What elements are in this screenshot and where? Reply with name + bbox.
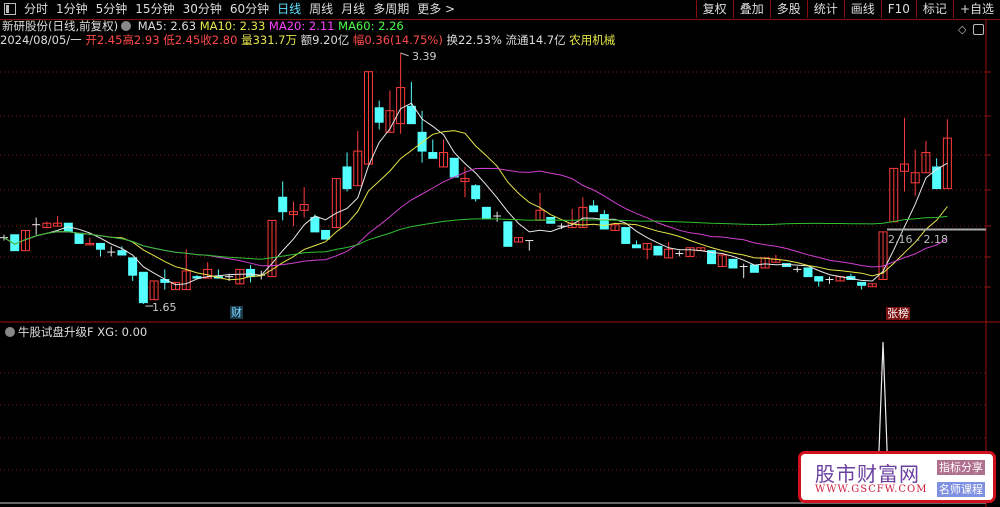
candle-body — [417, 131, 427, 152]
candle-body — [406, 105, 416, 125]
candle-body — [814, 276, 824, 282]
finance-tag[interactable]: 财 — [230, 306, 243, 319]
candle-body — [95, 242, 105, 250]
indicator-value: XG: 0.00 — [97, 325, 148, 339]
watermark-badge-share: 指标分享 — [937, 460, 985, 475]
candle-body — [128, 257, 138, 276]
candle-body — [599, 214, 609, 230]
candle-body — [117, 250, 127, 256]
ma20-line — [3, 167, 948, 268]
kline-chart[interactable] — [0, 0, 1000, 507]
ma60-line — [3, 215, 948, 260]
candle-body — [428, 152, 438, 159]
watermark-url: WWW.GSCFW.COM — [815, 484, 928, 495]
candle-body — [138, 271, 148, 304]
candle-body — [74, 232, 84, 244]
candle-body — [728, 258, 738, 269]
low-price-label: 1.65 — [152, 301, 177, 314]
high-arrow — [400, 52, 409, 57]
candle-body — [749, 264, 759, 273]
candle-body — [310, 216, 320, 233]
candle-body — [653, 245, 663, 256]
watermark-badge-course: 名师课程 — [937, 482, 985, 497]
high-price-label: 3.39 — [412, 50, 437, 63]
ma10-line — [3, 130, 948, 281]
candle-body — [631, 244, 641, 249]
candle-body — [342, 166, 352, 190]
candle-body — [803, 267, 813, 278]
watermark-name: 股市财富网 — [815, 462, 920, 486]
indicator-header: 牛股试盘升级F XG: 0.00 — [2, 324, 147, 340]
candle-body — [449, 157, 459, 178]
candle-body — [471, 185, 481, 200]
dragon-tiger-tag[interactable]: 张榜 — [886, 307, 910, 320]
candle-body — [621, 227, 631, 244]
candle-body — [481, 206, 491, 220]
candle-body — [503, 221, 513, 247]
candle-body — [589, 205, 599, 213]
watermark-logo: 股市财富网 WWW.GSCFW.COM 指标分享 名师课程 — [798, 451, 996, 503]
indicator-dropdown-icon[interactable] — [5, 327, 15, 337]
price-range-label: 2.16 - 2.18 — [888, 233, 948, 246]
candle-body — [321, 229, 331, 240]
candle-body — [374, 107, 384, 123]
candle-body — [278, 196, 288, 213]
candle-body — [246, 268, 256, 278]
candle-body — [932, 166, 942, 190]
candle-body — [857, 281, 867, 286]
indicator-title: 牛股试盘升级F — [18, 325, 94, 339]
